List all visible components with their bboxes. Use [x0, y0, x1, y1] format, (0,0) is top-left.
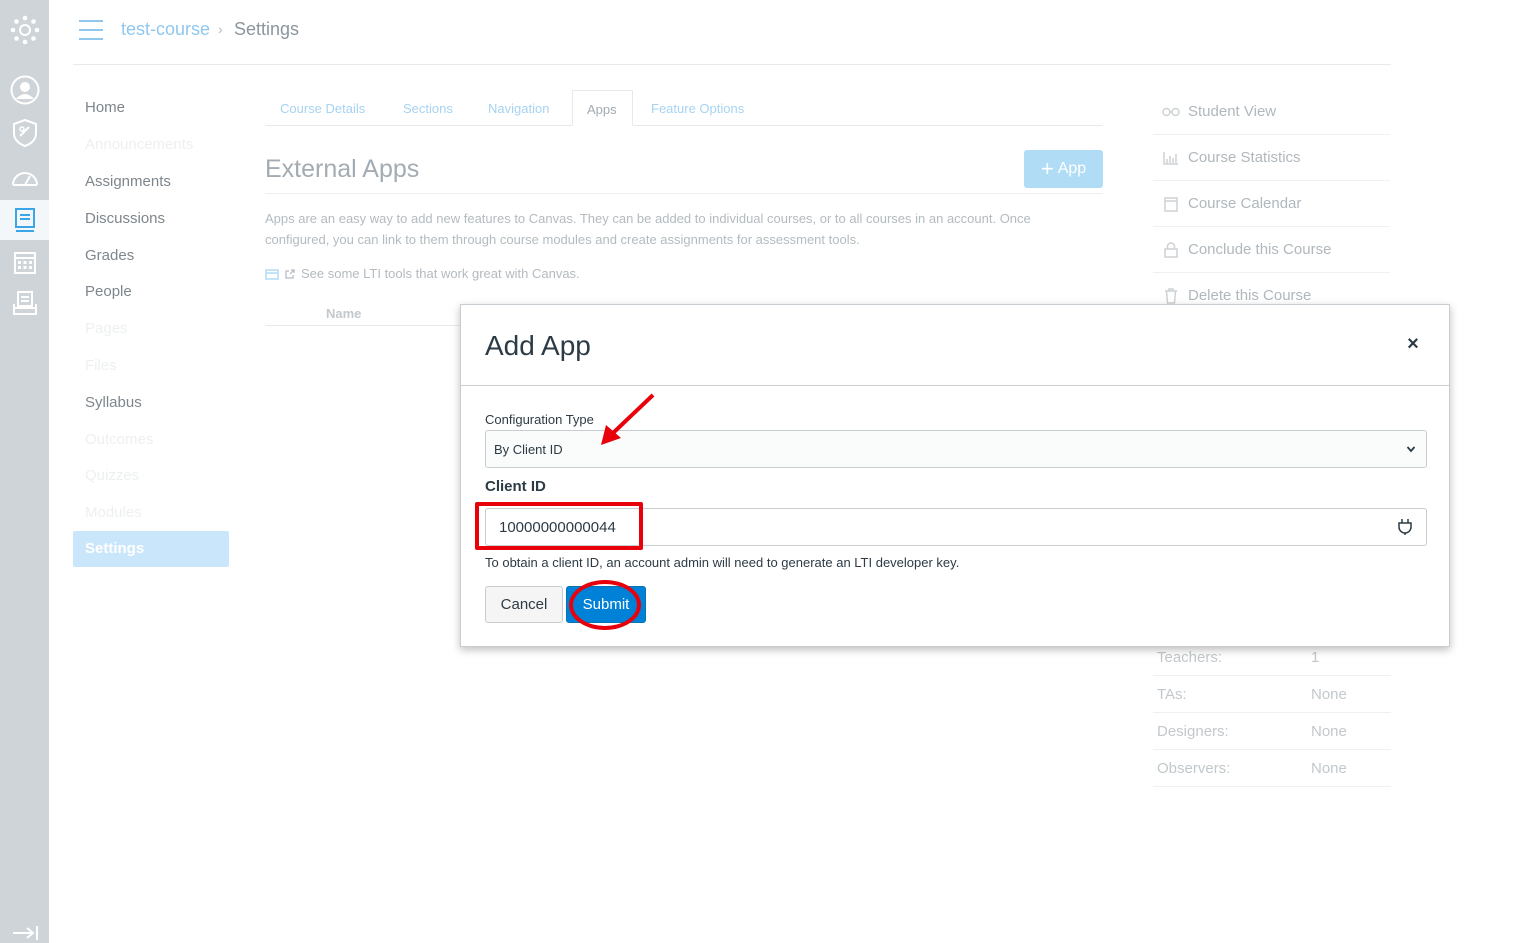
course-statistics-label: Course Statistics: [1188, 149, 1301, 166]
plus-icon: +: [1040, 156, 1054, 181]
external-link-icon: [285, 268, 295, 279]
glasses-icon: [1153, 107, 1188, 117]
add-app-modal: Add App × Configuration Type By Client I…: [460, 304, 1450, 647]
tab-apps[interactable]: Apps: [572, 90, 633, 126]
stat-value: 1: [1311, 649, 1320, 666]
modal-divider: [461, 385, 1449, 386]
course-statistics-link[interactable]: Course Statistics: [1153, 135, 1390, 181]
stat-label: Designers:: [1157, 723, 1229, 740]
page-header: test-course › Settings: [73, 0, 1391, 65]
course-nav-outcomes[interactable]: Outcomes: [85, 431, 153, 448]
trash-icon: [1153, 287, 1188, 304]
cancel-button[interactable]: Cancel: [485, 586, 563, 623]
configuration-type-label: Configuration Type: [485, 412, 594, 427]
breadcrumb-current: Settings: [234, 19, 300, 39]
canvas-logo-icon[interactable]: [0, 10, 49, 50]
stat-label: TAs:: [1157, 686, 1187, 703]
dashboard-icon[interactable]: [0, 157, 49, 197]
external-apps-title: External Apps: [265, 155, 420, 183]
course-nav-pages[interactable]: Pages: [85, 320, 128, 337]
chart-icon: [1153, 151, 1188, 165]
conclude-course-label: Conclude this Course: [1188, 241, 1332, 258]
course-calendar-link[interactable]: Course Calendar: [1153, 181, 1390, 227]
apps-table-header: Name: [265, 302, 475, 326]
client-id-label: Client ID: [485, 478, 546, 495]
calendar-nav-icon[interactable]: [0, 242, 49, 282]
configuration-type-select[interactable]: By Client ID: [485, 430, 1427, 468]
global-nav: [0, 0, 49, 943]
client-id-hint: To obtain a client ID, an account admin …: [485, 555, 960, 570]
configuration-type-value: By Client ID: [494, 442, 563, 457]
course-nav-discussions[interactable]: Discussions: [85, 210, 165, 227]
stat-value: None: [1311, 723, 1347, 740]
breadcrumb-course-link[interactable]: test-course: [121, 19, 210, 40]
client-id-field[interactable]: [485, 508, 1427, 546]
course-nav-modules[interactable]: Modules: [85, 504, 142, 521]
hamburger-menu-icon[interactable]: [79, 20, 103, 40]
apps-table-name-header[interactable]: Name: [326, 306, 361, 321]
lti-tools-link-label: See some LTI tools that work great with …: [301, 266, 580, 281]
tab-apps-label: Apps: [587, 102, 617, 117]
course-nav-settings-label: Settings: [85, 540, 145, 557]
course-nav-syllabus[interactable]: Syllabus: [85, 394, 142, 411]
calendar-icon: [1153, 196, 1188, 212]
client-id-input[interactable]: [487, 510, 1387, 544]
course-nav-files[interactable]: Files: [85, 357, 117, 374]
conclude-course-link[interactable]: Conclude this Course: [1153, 227, 1390, 273]
stat-row-designers: Designers: None: [1153, 713, 1391, 750]
autofill-key-icon[interactable]: [1396, 518, 1414, 536]
tabs-divider: [265, 125, 1103, 126]
course-nav-home[interactable]: Home: [85, 99, 125, 116]
stat-label: Teachers:: [1157, 649, 1223, 666]
tab-course-details[interactable]: Course Details: [280, 101, 365, 116]
collapse-nav-icon[interactable]: [0, 918, 49, 943]
modal-title: Add App: [485, 330, 591, 361]
chevron-down-icon: [1406, 446, 1416, 453]
external-apps-divider: [265, 193, 1103, 194]
course-nav-grades[interactable]: Grades: [85, 247, 134, 264]
close-icon[interactable]: ×: [1401, 332, 1425, 356]
tab-sections[interactable]: Sections: [403, 101, 453, 116]
submit-button[interactable]: Submit: [566, 586, 646, 623]
external-apps-description: Apps are an easy way to add new features…: [265, 211, 1031, 247]
breadcrumb-separator-icon: ›: [218, 21, 223, 37]
stat-value: None: [1311, 686, 1347, 703]
course-nav-announcements[interactable]: Announcements: [85, 136, 193, 153]
add-app-button-label: App: [1057, 160, 1087, 177]
stat-row-observers: Observers: None: [1153, 750, 1391, 787]
inbox-icon[interactable]: [0, 283, 49, 323]
app-root: test-course › Settings Home Announcement…: [0, 0, 1540, 943]
admin-icon[interactable]: [0, 113, 49, 153]
stat-label: Observers:: [1157, 760, 1231, 777]
course-nav-settings[interactable]: Settings: [73, 531, 229, 567]
stat-value: None: [1311, 760, 1347, 777]
student-view-label: Student View: [1188, 103, 1277, 120]
course-nav-assignments[interactable]: Assignments: [85, 173, 171, 190]
stat-row-tas: TAs: None: [1153, 676, 1391, 713]
course-nav-quizzes[interactable]: Quizzes: [85, 467, 139, 484]
tab-feature-options[interactable]: Feature Options: [651, 101, 744, 116]
delete-course-label: Delete this Course: [1188, 287, 1312, 304]
add-app-button[interactable]: + App: [1024, 150, 1103, 188]
course-nav-people[interactable]: People: [85, 283, 132, 300]
lti-tools-link[interactable]: See some LTI tools that work great with …: [265, 266, 580, 281]
app-center-icon: [265, 268, 279, 280]
tab-navigation[interactable]: Navigation: [488, 101, 549, 116]
account-icon[interactable]: [0, 70, 49, 110]
courses-icon[interactable]: [0, 200, 49, 240]
course-calendar-label: Course Calendar: [1188, 195, 1302, 212]
student-view-link[interactable]: Student View: [1153, 89, 1390, 135]
lock-icon: [1153, 241, 1188, 258]
